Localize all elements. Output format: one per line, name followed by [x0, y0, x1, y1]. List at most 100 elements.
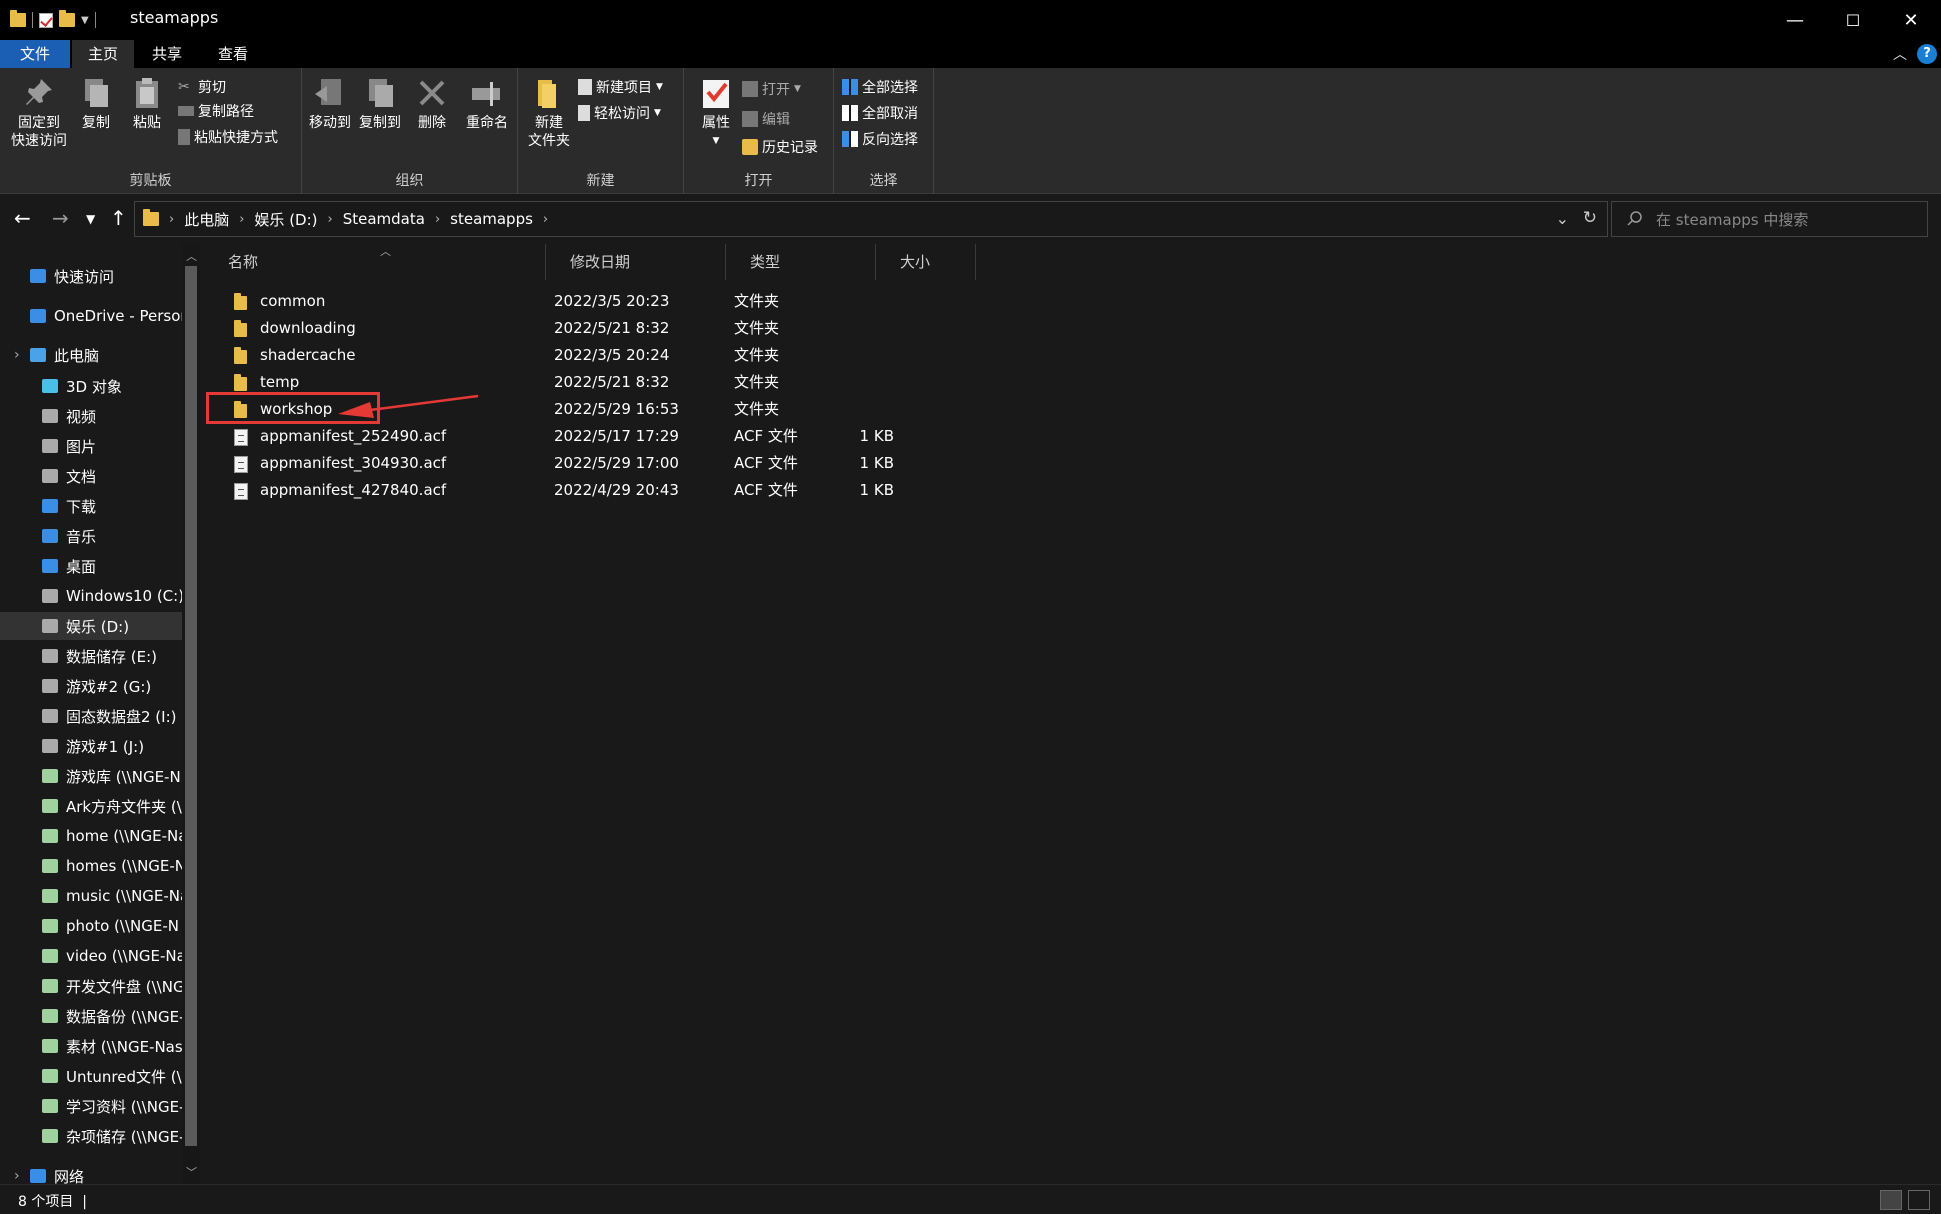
- file-row[interactable]: shadercache 2022/3/5 20:24 文件夹: [224, 342, 1014, 369]
- tab-view[interactable]: 查看: [200, 40, 266, 68]
- close-button[interactable]: ✕: [1882, 0, 1940, 40]
- nav-item[interactable]: 固态数据盘2 (I:): [0, 702, 182, 730]
- file-row[interactable]: appmanifest_304930.acf 2022/5/29 17:00 ACF…: [224, 450, 1014, 477]
- column-header-date[interactable]: 修改日期: [546, 244, 726, 280]
- nav-item[interactable]: 游戏#1 (J:): [0, 732, 182, 760]
- cut-button[interactable]: ✂ 剪切: [178, 76, 226, 98]
- file-row[interactable]: appmanifest_427840.acf 2022/4/29 20:43 ACF…: [224, 477, 1014, 504]
- new-item-button[interactable]: 新建项目 ▼: [578, 76, 663, 98]
- nav-item[interactable]: 学习资料 (\\NGE-: [0, 1092, 182, 1120]
- nav-item[interactable]: 快速访问: [0, 262, 182, 290]
- nav-scrollbar[interactable]: ︿ ﹀: [182, 244, 200, 1184]
- nav-item[interactable]: homes (\\NGE-N: [0, 852, 182, 880]
- nav-item[interactable]: 3D 对象: [0, 372, 182, 400]
- scroll-down-icon[interactable]: ﹀: [186, 1164, 197, 1180]
- expand-chevron-icon[interactable]: ›: [14, 347, 20, 363]
- details-view-icon[interactable]: [1880, 1190, 1902, 1210]
- collapse-ribbon-icon[interactable]: ︿: [1893, 44, 1907, 64]
- nav-item[interactable]: 数据储存 (E:): [0, 642, 182, 670]
- refresh-icon[interactable]: ↻: [1583, 208, 1597, 228]
- copy-button[interactable]: 复制: [76, 76, 116, 132]
- tab-home[interactable]: 主页: [72, 40, 134, 68]
- chevron-right-icon[interactable]: ›: [328, 212, 333, 227]
- up-arrow-icon[interactable]: ↑: [110, 206, 127, 230]
- nav-item[interactable]: 游戏#2 (G:): [0, 672, 182, 700]
- help-icon[interactable]: ?: [1917, 44, 1937, 64]
- breadcrumb-steamdata[interactable]: Steamdata: [343, 210, 425, 228]
- nav-item[interactable]: OneDrive - Personal: [0, 302, 182, 330]
- new-folder-button[interactable]: 新建 文件夹: [524, 76, 574, 150]
- nav-item[interactable]: 桌面: [0, 552, 182, 580]
- nav-item[interactable]: 数据备份 (\\NGE-: [0, 1002, 182, 1030]
- rename-button[interactable]: 重命名: [462, 76, 512, 132]
- paste-button[interactable]: 粘贴: [126, 76, 168, 132]
- nav-item[interactable]: music (\\NGE-Na: [0, 882, 182, 910]
- nav-item[interactable]: 娱乐 (D:): [0, 612, 182, 640]
- nav-item[interactable]: 图片: [0, 432, 182, 460]
- nav-item[interactable]: 游戏库 (\\NGE-N: [0, 762, 182, 790]
- nav-item[interactable]: 开发文件盘 (\\NG: [0, 972, 182, 1000]
- properties-icon[interactable]: [39, 12, 53, 28]
- paste-shortcut-button[interactable]: 粘贴快捷方式: [178, 126, 278, 148]
- expand-chevron-icon[interactable]: ›: [14, 1168, 20, 1184]
- file-date: 2022/5/21 8:32: [554, 319, 670, 337]
- nav-item[interactable]: photo (\\NGE-N: [0, 912, 182, 940]
- history-button[interactable]: 历史记录: [742, 136, 818, 158]
- open-icon: [742, 81, 758, 97]
- column-header-type[interactable]: 类型: [726, 244, 876, 280]
- breadcrumb-this-pc[interactable]: 此电脑: [184, 209, 229, 230]
- nav-item[interactable]: 文档: [0, 462, 182, 490]
- breadcrumb-steamapps[interactable]: steamapps: [450, 210, 533, 228]
- nav-item[interactable]: home (\\NGE-Na: [0, 822, 182, 850]
- address-history-dropdown-icon[interactable]: ⌄: [1556, 209, 1569, 228]
- scrollbar-thumb[interactable]: [185, 266, 197, 1146]
- edit-button[interactable]: 编辑: [742, 108, 790, 130]
- search-box[interactable]: 在 steamapps 中搜索: [1611, 201, 1928, 237]
- delete-button[interactable]: 删除: [414, 76, 450, 132]
- invert-selection-button[interactable]: 反向选择: [842, 128, 918, 150]
- chevron-right-icon[interactable]: ›: [435, 212, 440, 227]
- copy-path-button[interactable]: 复制路径: [178, 100, 254, 122]
- select-none-button[interactable]: 全部取消: [842, 102, 918, 124]
- select-all-button[interactable]: 全部选择: [842, 76, 918, 98]
- tab-share[interactable]: 共享: [136, 40, 198, 68]
- minimize-button[interactable]: —: [1766, 0, 1824, 40]
- large-icons-view-icon[interactable]: [1908, 1190, 1930, 1210]
- copy-to-button[interactable]: 复制到: [356, 76, 404, 132]
- chevron-right-icon[interactable]: ›: [239, 212, 244, 227]
- nav-item[interactable]: video (\\NGE-Na: [0, 942, 182, 970]
- customize-toolbar-icon[interactable]: ▼: [81, 15, 89, 26]
- file-row[interactable]: appmanifest_252490.acf 2022/5/17 17:29 ACF…: [224, 423, 1014, 450]
- nav-item[interactable]: 素材 (\\NGE-Nas: [0, 1032, 182, 1060]
- forward-arrow-icon[interactable]: →: [52, 206, 69, 230]
- column-header-size[interactable]: 大小: [876, 244, 976, 280]
- nav-item[interactable]: 音乐: [0, 522, 182, 550]
- maximize-button[interactable]: ☐: [1824, 0, 1882, 40]
- easy-access-button[interactable]: 轻松访问 ▼: [578, 102, 661, 124]
- move-to-button[interactable]: 移动到: [306, 76, 354, 132]
- file-row[interactable]: downloading 2022/5/21 8:32 文件夹: [224, 315, 1014, 342]
- nav-item[interactable]: Ark方舟文件夹 (\: [0, 792, 182, 820]
- nav-item[interactable]: Windows10 (C:): [0, 582, 182, 610]
- nav-item[interactable]: 下载: [0, 492, 182, 520]
- nav-item[interactable]: › 此电脑: [0, 341, 182, 369]
- file-type: ACF 文件: [734, 427, 798, 445]
- nav-item[interactable]: Untunred文件 (\: [0, 1062, 182, 1090]
- address-bar[interactable]: › 此电脑 › 娱乐 (D:) › Steamdata › steamapps …: [134, 201, 1608, 237]
- chevron-right-icon[interactable]: ›: [169, 212, 174, 227]
- tab-file[interactable]: 文件: [0, 40, 70, 68]
- pin-quick-access-button[interactable]: 固定到 快速访问: [6, 76, 72, 150]
- new-folder-icon[interactable]: [59, 10, 75, 27]
- nav-item[interactable]: 视频: [0, 402, 182, 430]
- chevron-right-icon[interactable]: ›: [543, 212, 548, 227]
- breadcrumb-drive-d[interactable]: 娱乐 (D:): [254, 209, 317, 230]
- column-header-name[interactable]: 名称 ︿: [204, 244, 546, 280]
- recent-locations-icon[interactable]: ▼: [86, 212, 95, 226]
- nav-item[interactable]: › 网络: [0, 1162, 182, 1185]
- properties-button[interactable]: 属性 ▼: [696, 76, 736, 150]
- scroll-up-icon[interactable]: ︿: [186, 248, 197, 264]
- nav-item[interactable]: 杂项储存 (\\NGE-: [0, 1122, 182, 1150]
- file-row[interactable]: common 2022/3/5 20:23 文件夹: [224, 288, 1014, 315]
- open-button[interactable]: 打开 ▼: [742, 78, 801, 100]
- back-arrow-icon[interactable]: ←: [14, 206, 31, 230]
